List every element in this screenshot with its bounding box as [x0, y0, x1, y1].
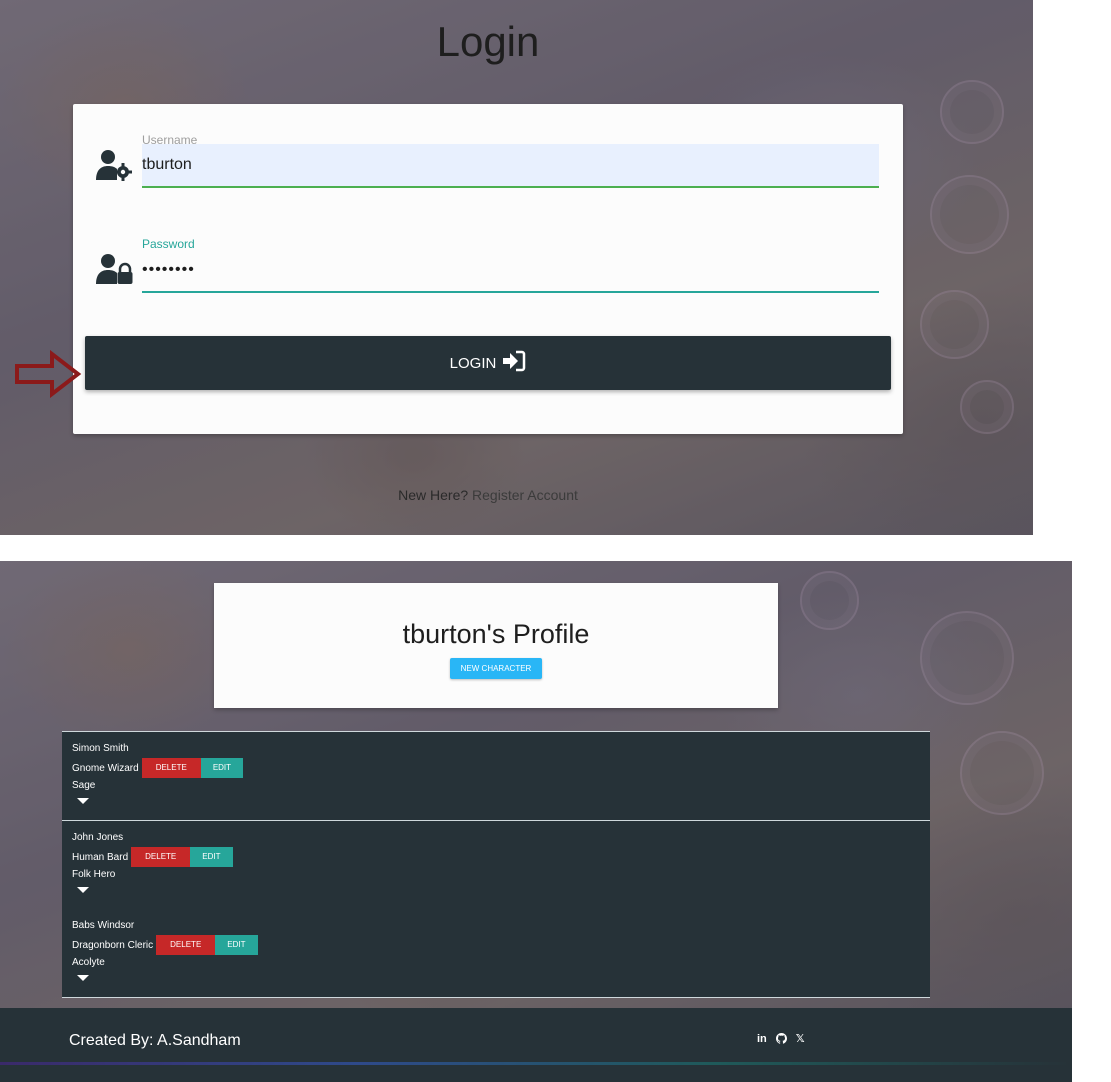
character-name: Simon Smith	[72, 743, 129, 754]
login-card: Username Password LOGIN	[73, 104, 903, 434]
footer: Created By: A.Sandham in 𝕏	[0, 1008, 1072, 1082]
character-name: Babs Windsor	[72, 920, 135, 931]
character-race-class: Gnome Wizard	[72, 762, 139, 774]
caret-down-icon[interactable]	[77, 887, 89, 893]
character-race-class: Dragonborn Cleric	[72, 939, 154, 951]
x-icon[interactable]: 𝕏	[796, 1032, 805, 1045]
new-character-button[interactable]: NEW CHARACTER	[449, 658, 543, 679]
list-item: John Jones Human Bard DELETE EDIT Folk H…	[62, 821, 930, 909]
register-prompt: New Here?	[398, 487, 469, 503]
delete-button[interactable]: DELETE	[131, 847, 191, 867]
character-name: John Jones	[72, 832, 124, 843]
edit-button[interactable]: EDIT	[190, 847, 233, 867]
footer-social-icons: in 𝕏	[757, 1032, 805, 1046]
register-account-link[interactable]: Register Account	[472, 487, 578, 503]
username-input[interactable]	[142, 144, 879, 188]
login-button[interactable]: LOGIN	[85, 336, 891, 390]
character-list: Simon Smith Gnome Wizard DELETE EDIT Sag…	[62, 731, 930, 998]
register-line: New Here? Register Account	[0, 487, 976, 503]
login-button-label: LOGIN	[449, 354, 497, 372]
caret-down-icon[interactable]	[77, 975, 89, 981]
login-title: Login	[436, 18, 540, 65]
list-item: Simon Smith Gnome Wizard DELETE EDIT Sag…	[62, 732, 930, 821]
footer-stripe	[0, 1062, 1072, 1065]
footer-credit: Created By: A.Sandham	[69, 1032, 241, 1049]
character-background: Acolyte	[72, 957, 105, 968]
delete-button[interactable]: DELETE	[156, 935, 216, 955]
password-input[interactable]	[142, 249, 879, 293]
profile-card: tburton's Profile NEW CHARACTER	[214, 583, 778, 708]
user-gear-icon	[95, 148, 135, 182]
user-lock-icon	[95, 252, 135, 286]
caret-down-icon[interactable]	[77, 798, 89, 804]
login-screen-background: Login Username tburton Password ••••••••…	[0, 0, 1033, 535]
character-race-class: Human Bard	[72, 851, 129, 863]
character-background: Sage	[72, 780, 96, 791]
red-arrow-annotation-icon	[14, 349, 82, 403]
sign-in-icon	[502, 350, 526, 376]
profile-title: tburton's Profile	[402, 619, 590, 649]
character-background: Folk Hero	[72, 869, 116, 880]
edit-button[interactable]: EDIT	[215, 935, 258, 955]
list-item: Babs Windsor Dragonborn Cleric DELETE ED…	[62, 909, 930, 998]
profile-screen-background: tburton's Profile NEW CHARACTER Simon Sm…	[0, 561, 1072, 1008]
edit-button[interactable]: EDIT	[200, 758, 244, 778]
github-icon[interactable]	[775, 1033, 787, 1044]
linkedin-icon[interactable]: in	[757, 1033, 767, 1045]
delete-button[interactable]: DELETE	[141, 758, 201, 778]
